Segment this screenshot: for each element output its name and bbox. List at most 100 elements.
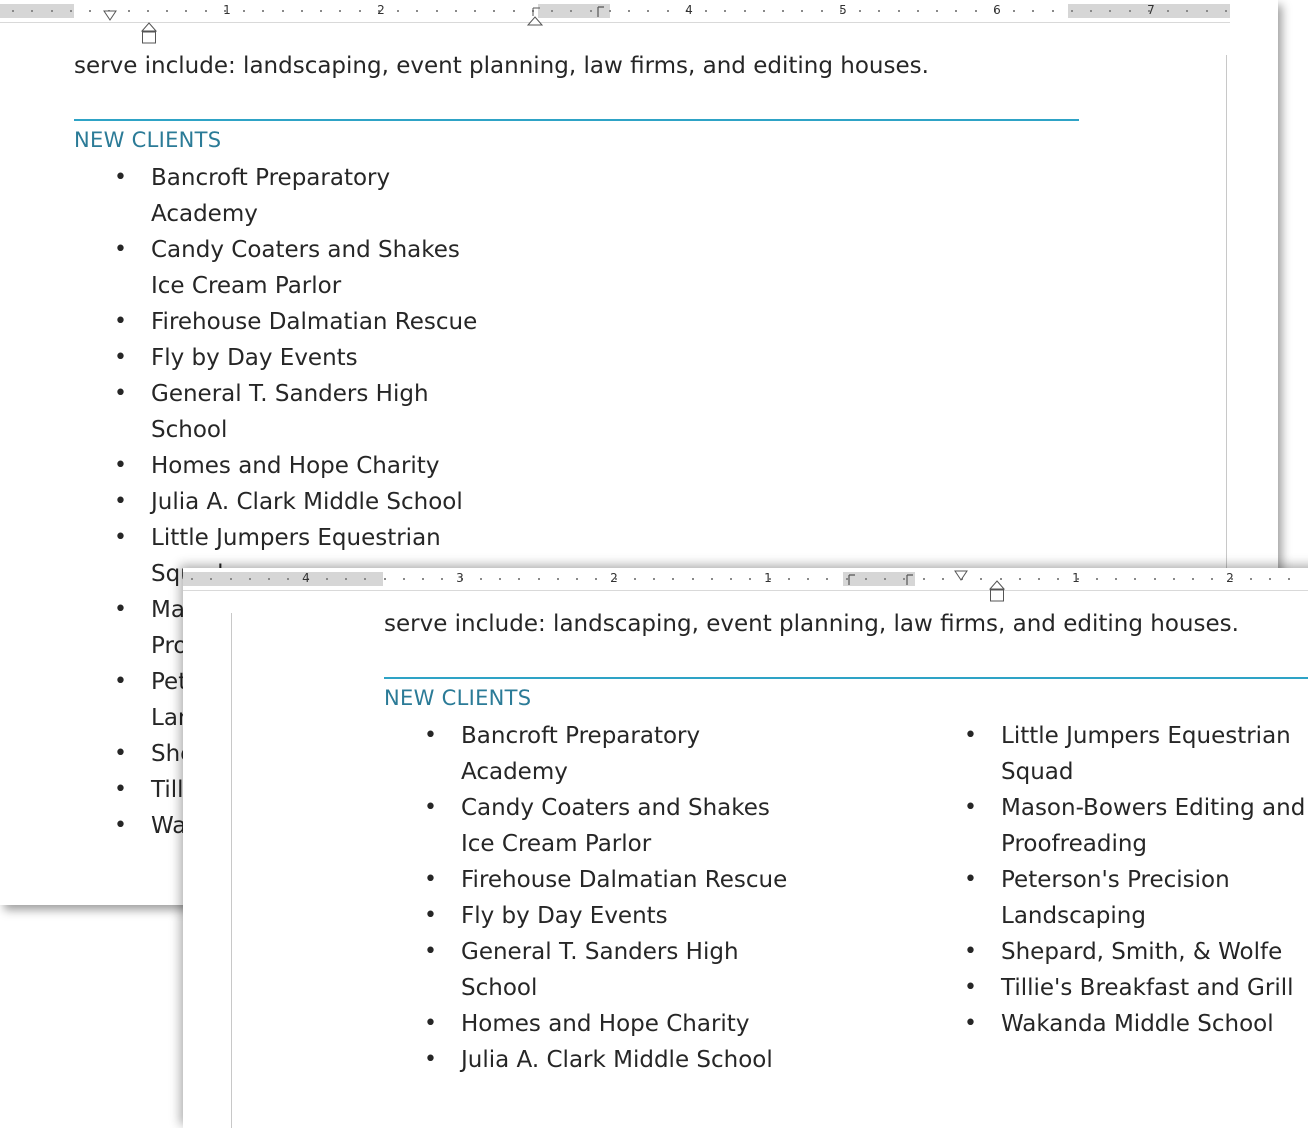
- ruler-tick: [647, 10, 649, 12]
- ruler-tick: [455, 10, 457, 12]
- list-item-text: Homes and Hope Charity: [151, 448, 674, 484]
- list-item-text: School: [151, 412, 674, 448]
- ruler-tick: [166, 10, 168, 12]
- ruler-tick: [1071, 10, 1073, 12]
- ruler-tick: [230, 578, 232, 580]
- ruler-tick: [1206, 10, 1208, 12]
- ruler-tick: [609, 10, 611, 12]
- ruler-tick: [31, 10, 33, 12]
- horizontal-ruler-bottom[interactable]: 4 3 2 1 1 2: [183, 568, 1308, 591]
- horizontal-ruler-top[interactable]: 1 2 4 5 6 7: [0, 0, 1230, 23]
- ruler-tick: [898, 10, 900, 12]
- list-item: •Mason-Bowers Editing andProofreading: [924, 790, 1308, 862]
- ruler-tick: [191, 578, 193, 580]
- left-tab-stop-icon[interactable]: [596, 5, 606, 19]
- list-item-text: Academy: [151, 196, 674, 232]
- list-item: •Bancroft PreparatoryAcademy: [384, 718, 904, 790]
- ruler-tick: [403, 578, 405, 580]
- list-item: •Tillie's Breakfast and Grill: [924, 970, 1308, 1006]
- list-item-text: Candy Coaters and Shakes: [151, 232, 674, 268]
- ruler-tick: [147, 10, 149, 12]
- intro-paragraph: serve include: landscaping, event planni…: [74, 48, 929, 84]
- ruler-tick: [89, 10, 91, 12]
- bullet-icon: •: [424, 790, 437, 826]
- list-item: •General T. Sanders HighSchool: [74, 376, 674, 448]
- bullet-icon: •: [424, 934, 437, 970]
- bullet-icon: •: [114, 304, 127, 340]
- ruler-tick: [345, 578, 347, 580]
- ruler-tick: [205, 10, 207, 12]
- ruler-tick: [185, 10, 187, 12]
- ruler-number: 6: [992, 3, 1002, 17]
- list-item: •Candy Coaters and ShakesIce Cream Parlo…: [384, 790, 904, 862]
- ruler-tick: [821, 10, 823, 12]
- ruler-tick: [878, 10, 880, 12]
- ruler-tick: [397, 10, 399, 12]
- ruler-tick: [1096, 578, 1098, 580]
- ruler-number: 7: [1146, 3, 1156, 17]
- ruler-tick: [653, 578, 655, 580]
- ruler-tick: [12, 10, 14, 12]
- ruler-tick: [1167, 10, 1169, 12]
- ruler-tick: [441, 578, 443, 580]
- ruler-tick: [70, 10, 72, 12]
- ruler-tick: [1154, 578, 1156, 580]
- ruler-tick: [788, 578, 790, 580]
- left-margin-guide: [231, 613, 232, 1128]
- ruler-tick: [705, 10, 707, 12]
- document-two-column: 4 3 2 1 1 2 serve include: landscaping, …: [183, 568, 1308, 1128]
- ruler-tick: [1225, 10, 1227, 12]
- list-item-text: Little Jumpers Equestrian: [151, 520, 674, 556]
- ruler-number: 2: [1225, 571, 1235, 585]
- list-item: •Bancroft PreparatoryAcademy: [74, 160, 674, 232]
- ruler-tick: [1134, 578, 1136, 580]
- list-item-text: Candy Coaters and Shakes: [461, 790, 904, 826]
- list-item-text: Fly by Day Events: [151, 340, 674, 376]
- client-list-right-column: •Little Jumpers EquestrianSquad•Mason-Bo…: [924, 718, 1308, 1042]
- list-item: •Julia A. Clark Middle School: [384, 1042, 904, 1078]
- ruler-tick: [975, 10, 977, 12]
- ruler-tick: [859, 10, 861, 12]
- list-item-text: Mason-Bowers Editing and: [1001, 790, 1308, 826]
- left-tab-stop-icon[interactable]: [905, 573, 915, 587]
- ruler-tick: [826, 578, 828, 580]
- ruler-tick: [518, 578, 520, 580]
- first-line-indent-marker-icon[interactable]: [954, 570, 968, 582]
- first-line-indent-marker-icon[interactable]: [103, 10, 117, 22]
- left-tab-stop-icon[interactable]: [847, 573, 857, 587]
- ruler-tick: [749, 578, 751, 580]
- ruler-tick: [1109, 10, 1111, 12]
- ruler-tick: [513, 10, 515, 12]
- ruler-tick: [1115, 578, 1117, 580]
- ruler-tick: [1057, 578, 1059, 580]
- ruler-number: 2: [609, 571, 619, 585]
- ruler-tick: [1211, 578, 1213, 580]
- ruler-tick: [268, 578, 270, 580]
- hanging-indent-marker-icon[interactable]: [526, 5, 544, 29]
- ruler-number: 1: [763, 571, 773, 585]
- ruler-tick: [692, 578, 694, 580]
- intro-paragraph: serve include: landscaping, event planni…: [384, 606, 1239, 642]
- ruler-tick: [416, 10, 418, 12]
- ruler-number: 1: [1071, 571, 1081, 585]
- list-item-text: School: [461, 970, 904, 1006]
- bullet-icon: •: [114, 736, 127, 772]
- ruler-number: 4: [301, 571, 311, 585]
- list-item: •Firehouse Dalmatian Rescue: [384, 862, 904, 898]
- ruler-number: 2: [376, 3, 386, 17]
- ruler-tick: [551, 10, 553, 12]
- ruler-tick: [301, 10, 303, 12]
- list-item: •Shepard, Smith, & Wolfe: [924, 934, 1308, 970]
- ruler-tick: [1019, 578, 1021, 580]
- ruler-tick: [320, 10, 322, 12]
- ruler-tick: [711, 578, 713, 580]
- list-item-text: Julia A. Clark Middle School: [461, 1042, 904, 1078]
- heading-rule: [74, 119, 1079, 121]
- list-item-text: Firehouse Dalmatian Rescue: [151, 304, 674, 340]
- ruler-tick: [1288, 578, 1290, 580]
- list-item-text: Bancroft Preparatory: [151, 160, 674, 196]
- ruler-tick: [326, 578, 328, 580]
- bullet-icon: •: [114, 484, 127, 520]
- ruler-tick: [801, 10, 803, 12]
- ruler-tick: [884, 578, 886, 580]
